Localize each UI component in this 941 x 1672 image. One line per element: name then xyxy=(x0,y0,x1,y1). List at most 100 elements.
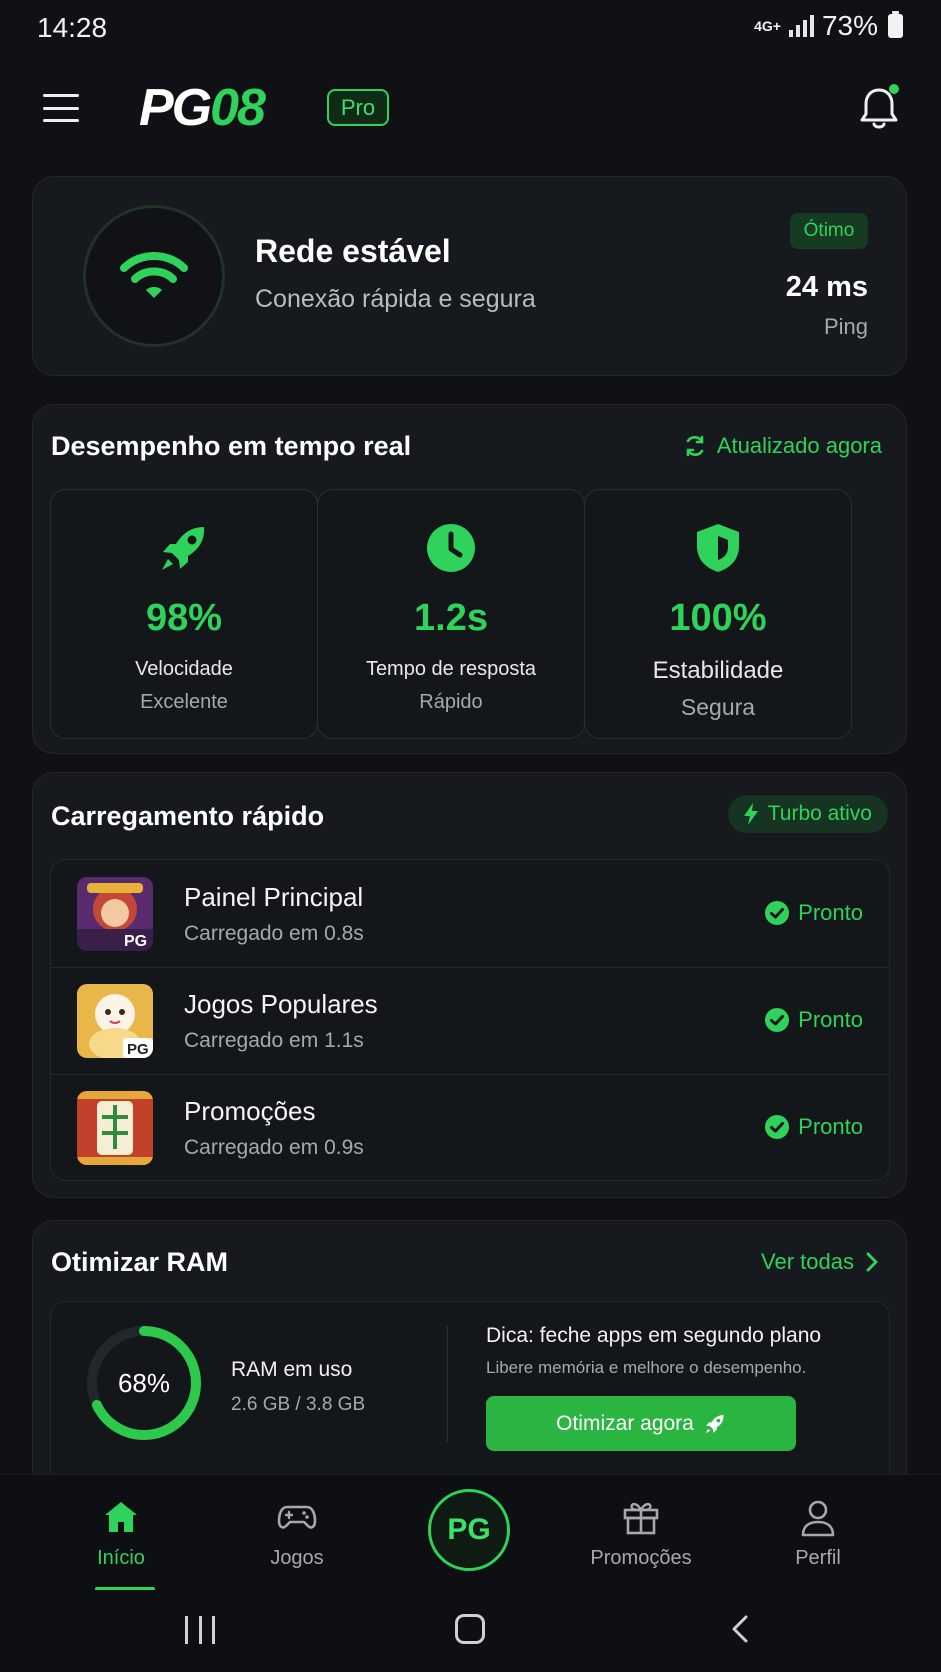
app-screen: 14:28 4G+ 73% PG08 Pro Rede estável Cone… xyxy=(0,0,941,1672)
check-circle-icon xyxy=(765,1115,790,1139)
metric-label: Estabilidade xyxy=(652,657,784,684)
bottom-navigation: Início Jogos PG Promoções Perfil xyxy=(0,1474,941,1591)
nav-label: Jogos xyxy=(270,1547,324,1569)
metric-sub: Segura xyxy=(680,694,756,720)
optimize-button-label: Otimizar agora xyxy=(556,1411,694,1435)
menu-icon[interactable] xyxy=(43,94,79,122)
metric-stability: 100% Estabilidade Segura xyxy=(584,489,852,739)
game-thumbnail: PG xyxy=(77,984,153,1058)
brand-logo-suffix: 08 xyxy=(210,79,266,137)
lightning-icon xyxy=(743,803,758,825)
see-all-label: Ver todas xyxy=(761,1249,854,1274)
metric-sub: Excelente xyxy=(140,691,228,713)
metric-speed: 98% Velocidade Excelente xyxy=(50,489,318,739)
nav-item-profile[interactable]: Perfil xyxy=(738,1475,898,1591)
system-navigation-bar xyxy=(0,1590,941,1672)
rocket-icon xyxy=(705,1414,724,1433)
ram-title: Otimizar RAM xyxy=(51,1247,229,1277)
ram-panel: 68% RAM em uso 2.6 GB / 3.8 GB Dica: fec… xyxy=(50,1301,890,1491)
network-status-card: Rede estável Conexão rápida e segura Óti… xyxy=(32,176,907,376)
check-circle-icon xyxy=(765,901,790,925)
metric-response-time: 1.2s Tempo de resposta Rápido xyxy=(317,489,585,739)
loading-list: PG Painel Principal Carregado em 0.8s Pr… xyxy=(50,859,890,1181)
back-icon[interactable] xyxy=(726,1614,756,1644)
list-item-subtitle: Carregado em 0.8s xyxy=(184,922,364,945)
status-bar: 14:28 4G+ 73% xyxy=(0,0,941,58)
network-subtitle: Conexão rápida e segura xyxy=(255,285,536,313)
svg-text:PG: PG xyxy=(124,933,147,950)
list-item-title: Jogos Populares xyxy=(184,989,378,1019)
list-item-title: Painel Principal xyxy=(184,882,364,912)
gift-icon xyxy=(623,1502,659,1535)
status-indicators: 4G+ 73% xyxy=(754,10,903,42)
metric-value: 1.2s xyxy=(414,597,488,639)
recent-apps-icon[interactable] xyxy=(185,1616,215,1644)
home-button-icon[interactable] xyxy=(455,1614,485,1644)
list-item[interactable]: Promoções Carregado em 0.9s Pronto xyxy=(51,1074,889,1180)
ready-status-label: Pronto xyxy=(798,1114,863,1139)
rocket-icon xyxy=(162,527,205,570)
wifi-icon xyxy=(120,252,188,298)
ram-amount: 2.6 GB / 3.8 GB xyxy=(231,1394,366,1415)
list-item[interactable]: PG Painel Principal Carregado em 0.8s Pr… xyxy=(51,860,889,968)
tip-subtitle: Libere memória e melhore o desempenho. xyxy=(486,1358,807,1377)
performance-card: Desempenho em tempo real Atualizado agor… xyxy=(32,404,907,754)
refresh-status[interactable]: Atualizado agora xyxy=(683,433,882,459)
battery-percent: 73% xyxy=(821,10,878,41)
battery-icon xyxy=(888,11,903,38)
quality-badge: Ótimo xyxy=(790,213,868,249)
notification-dot xyxy=(889,84,899,94)
pg-center-button[interactable]: PG xyxy=(428,1489,510,1571)
ready-status: Pronto xyxy=(765,1114,863,1140)
list-item-subtitle: Carregado em 1.1s xyxy=(184,1029,364,1052)
see-all-link[interactable]: Ver todas xyxy=(761,1249,878,1275)
refresh-status-label: Atualizado agora xyxy=(716,433,882,458)
ram-percent: 68% xyxy=(117,1367,171,1398)
gamepad-icon xyxy=(277,1505,317,1529)
metric-label: Tempo de resposta xyxy=(365,658,537,680)
network-type-label: 4G+ xyxy=(754,18,781,34)
check-circle-icon xyxy=(765,1008,790,1032)
ram-label: RAM em uso xyxy=(231,1358,353,1381)
performance-title: Desempenho em tempo real xyxy=(51,431,412,461)
ping-label: Ping xyxy=(823,314,868,339)
game-thumbnail: PG xyxy=(77,877,153,951)
tip-title: Dica: feche apps em segundo plano xyxy=(486,1324,822,1347)
fast-loading-card: Carregamento rápido Turbo ativo PG Paine… xyxy=(32,772,907,1198)
ping-value: 24 ms xyxy=(785,271,868,303)
fast-loading-title: Carregamento rápido xyxy=(51,801,325,831)
shield-icon xyxy=(697,524,739,572)
status-time: 14:28 xyxy=(37,12,108,43)
ready-status: Pronto xyxy=(765,1007,863,1033)
nav-item-games[interactable]: Jogos xyxy=(217,1475,377,1591)
pro-badge: Pro xyxy=(327,89,389,126)
metric-value: 100% xyxy=(669,597,767,639)
list-item-subtitle: Carregado em 0.9s xyxy=(184,1136,364,1159)
home-icon xyxy=(105,1502,137,1532)
nav-label: Início xyxy=(97,1547,145,1569)
nav-item-promotions[interactable]: Promoções xyxy=(561,1475,721,1591)
game-thumbnail xyxy=(77,1091,153,1165)
brand-logo: PG08 xyxy=(139,78,266,138)
network-title: Rede estável xyxy=(255,233,451,269)
signal-icon xyxy=(788,15,814,37)
app-header: PG08 Pro xyxy=(0,70,941,146)
divider xyxy=(447,1326,448,1442)
ready-status-label: Pronto xyxy=(798,900,863,925)
ready-status-label: Pronto xyxy=(798,1007,863,1032)
turbo-badge: Turbo ativo xyxy=(727,795,888,833)
svg-text:PG: PG xyxy=(127,1041,149,1058)
optimize-now-button[interactable]: Otimizar agora xyxy=(486,1396,796,1451)
list-item-title: Promoções xyxy=(184,1096,316,1126)
metric-label: Velocidade xyxy=(135,658,233,680)
chevron-right-icon xyxy=(866,1252,878,1272)
brand-logo-prefix: PG xyxy=(139,79,212,137)
metric-value: 98% xyxy=(145,597,223,639)
refresh-icon xyxy=(686,435,704,457)
turbo-badge-label: Turbo ativo xyxy=(767,802,872,825)
list-item[interactable]: PG Jogos Populares Carregado em 1.1s Pro… xyxy=(51,967,889,1075)
nav-item-home[interactable]: Início xyxy=(41,1475,201,1591)
wifi-badge xyxy=(83,205,225,347)
nav-label: Perfil xyxy=(795,1547,841,1569)
metric-sub: Rápido xyxy=(419,691,483,713)
